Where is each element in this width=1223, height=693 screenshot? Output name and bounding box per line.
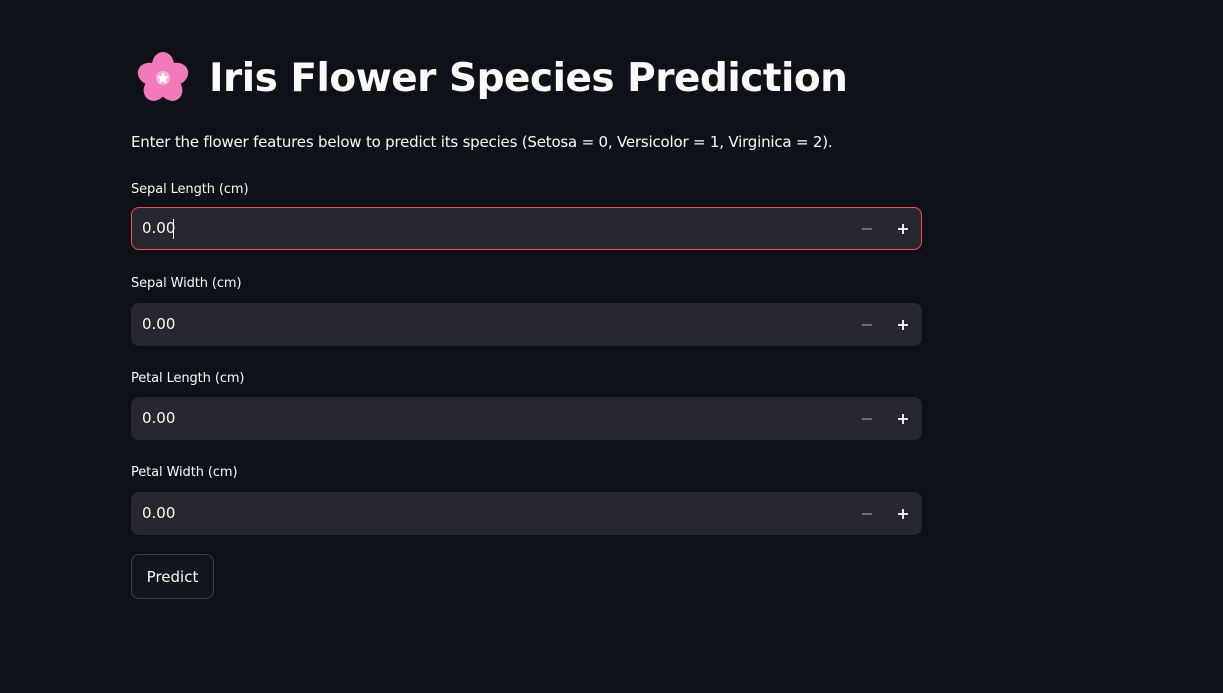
- petal-width-decrement-button[interactable]: [849, 493, 885, 534]
- sepal-width-input[interactable]: [142, 304, 842, 345]
- minus-icon: [862, 227, 872, 230]
- plus-icon: [898, 413, 908, 424]
- sepal-width-field: Sepal Width (cm): [131, 275, 922, 346]
- petal-width-label: Petal Width (cm): [131, 465, 238, 480]
- minus-icon: [862, 417, 872, 420]
- petal-length-field: Petal Length (cm): [131, 370, 922, 440]
- petal-length-number-input: [131, 397, 922, 440]
- sepal-length-label: Sepal Length (cm): [131, 182, 249, 197]
- sepal-width-increment-button[interactable]: [885, 304, 921, 345]
- sepal-length-increment-button[interactable]: [885, 208, 921, 249]
- petal-width-field: Petal Width (cm): [131, 464, 922, 535]
- petal-width-increment-button[interactable]: [885, 493, 921, 534]
- page-title: Iris Flower Species Prediction: [209, 55, 848, 101]
- petal-length-increment-button[interactable]: [885, 398, 921, 439]
- sepal-length-input[interactable]: [142, 208, 842, 249]
- sepal-length-field: Sepal Length (cm): [131, 181, 922, 250]
- petal-length-decrement-button[interactable]: [849, 398, 885, 439]
- plus-icon: [898, 223, 908, 234]
- sepal-width-label: Sepal Width (cm): [131, 276, 242, 291]
- sepal-length-number-input: [131, 207, 922, 250]
- sepal-width-number-input: [131, 303, 922, 346]
- petal-length-input[interactable]: [142, 398, 842, 439]
- minus-icon: [862, 323, 872, 326]
- page-title-row: Iris Flower Species Prediction: [137, 52, 848, 104]
- intro-text: Enter the flower features below to predi…: [131, 133, 833, 151]
- sepal-width-decrement-button[interactable]: [849, 304, 885, 345]
- petal-width-number-input: [131, 492, 922, 535]
- cherry-blossom-icon: [137, 52, 189, 104]
- plus-icon: [898, 319, 908, 330]
- minus-icon: [862, 512, 872, 515]
- predict-button[interactable]: Predict: [131, 554, 214, 599]
- sepal-length-decrement-button[interactable]: [849, 208, 885, 249]
- petal-length-label: Petal Length (cm): [131, 371, 245, 386]
- text-caret: [173, 219, 174, 239]
- petal-width-input[interactable]: [142, 493, 842, 534]
- plus-icon: [898, 508, 908, 519]
